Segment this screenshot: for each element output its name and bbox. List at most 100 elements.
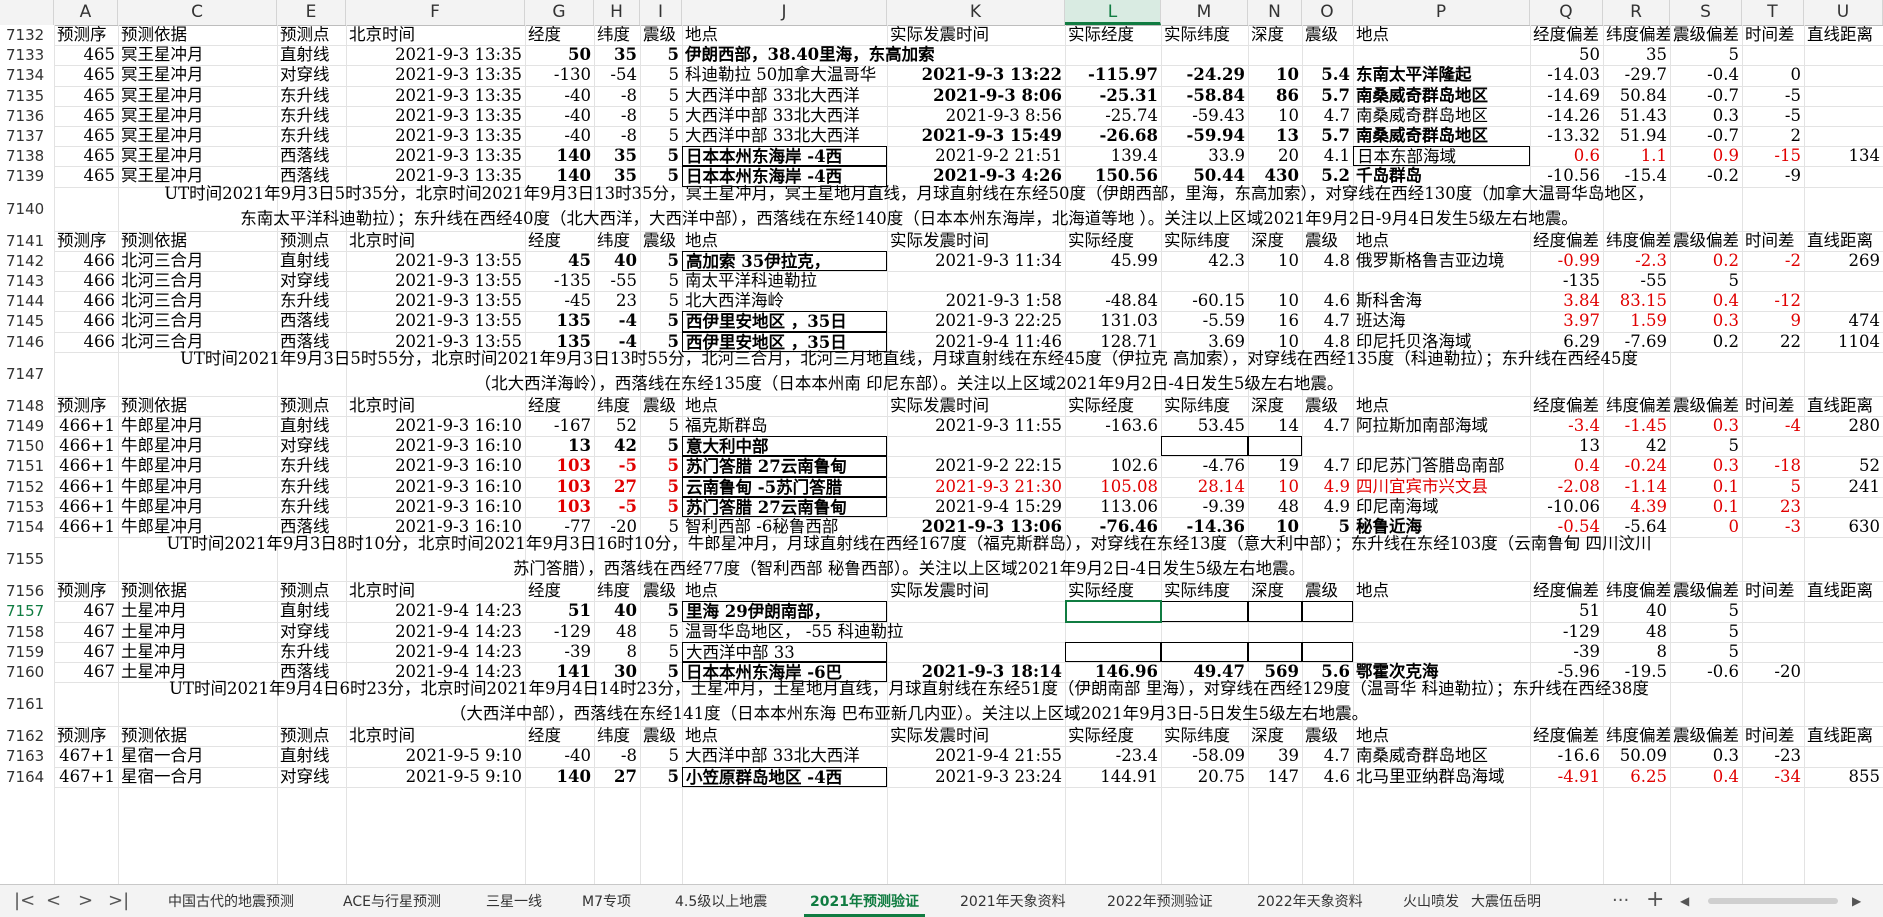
cell-G[interactable]: -39 [525, 642, 594, 662]
row-header[interactable]: 7161 [0, 682, 54, 727]
cell-T[interactable]: -34 [1742, 767, 1804, 787]
cell-N[interactable]: 10 [1248, 251, 1302, 271]
cell-A[interactable]: 466+1 [54, 477, 118, 497]
cell-S[interactable]: 5 [1670, 601, 1742, 621]
cell-J[interactable]: 日本本州东海岸 -4西 [682, 146, 887, 167]
cell-C[interactable]: 土星冲月 [118, 622, 277, 642]
cell-A[interactable]: 467+1 [54, 767, 118, 787]
last-sheet-button[interactable]: >| [108, 890, 129, 911]
row-header[interactable]: 7148 [0, 395, 54, 416]
cell-E[interactable]: 东升线 [277, 477, 346, 497]
cell-F[interactable]: 2021-9-3 13:55 [346, 291, 525, 311]
cell-P[interactable]: 南桑威奇群岛地区 [1353, 106, 1530, 126]
header-cell-M[interactable]: 实际纬度 [1161, 231, 1248, 251]
row-header[interactable]: 7140 [0, 186, 54, 231]
cell-Q[interactable]: -4.91 [1530, 767, 1603, 787]
header-cell-J[interactable]: 地点 [682, 396, 887, 416]
row-header[interactable]: 7159 [0, 641, 54, 662]
header-cell-N[interactable]: 深度 [1248, 581, 1302, 601]
cell-P[interactable]: 南桑威奇群岛地区 [1353, 746, 1530, 766]
merged-note-cell[interactable]: UT时间2021年9月3日8时10分，北京时间2021年9月3日16时10分，牛… [54, 531, 1764, 581]
cell-H[interactable]: 42 [594, 436, 640, 456]
header-cell-I[interactable]: 震级 [640, 231, 682, 251]
column-header-R[interactable]: R [1603, 0, 1670, 25]
cell-P[interactable]: 南桑威奇群岛地区 [1353, 86, 1530, 106]
cell-C[interactable]: 牛郎星冲月 [118, 477, 277, 497]
cell-E[interactable]: 直射线 [277, 416, 346, 436]
cell-F[interactable]: 2021-9-5 9:10 [346, 746, 525, 766]
cell-E[interactable]: 对穿线 [277, 622, 346, 642]
cell-F[interactable]: 2021-9-3 16:10 [346, 416, 525, 436]
column-header-P[interactable]: P [1353, 0, 1530, 25]
cell-H[interactable]: 52 [594, 416, 640, 436]
header-cell-J[interactable]: 地点 [682, 581, 887, 601]
cell-H[interactable]: 23 [594, 291, 640, 311]
cell-O[interactable]: 4.7 [1302, 311, 1353, 331]
cell-P[interactable]: 阿拉斯加南部海域 [1353, 416, 1530, 436]
next-sheet-button[interactable]: > [78, 890, 93, 911]
cell-A[interactable]: 465 [54, 86, 118, 106]
cell-N[interactable]: 39 [1248, 746, 1302, 766]
cell-I[interactable]: 5 [640, 271, 682, 291]
cell-A[interactable]: 465 [54, 65, 118, 85]
header-cell-Q[interactable]: 经度偏差 [1530, 25, 1603, 45]
cell-K[interactable]: 2021-9-3 23:24 [887, 767, 1065, 787]
column-header-K[interactable]: K [887, 0, 1065, 25]
cell-R[interactable]: 50.09 [1603, 746, 1670, 766]
cell-K[interactable]: 2021-9-4 15:29 [887, 497, 1065, 517]
header-cell-H[interactable]: 纬度 [594, 231, 640, 251]
cell-O[interactable]: 4.7 [1302, 106, 1353, 126]
prev-sheet-button[interactable]: < [46, 890, 61, 911]
cell-Q[interactable]: -129 [1530, 622, 1603, 642]
cell-M[interactable]: -60.15 [1161, 291, 1248, 311]
cell-Q[interactable]: -0.99 [1530, 251, 1603, 271]
header-cell-H[interactable]: 纬度 [594, 581, 640, 601]
cell-N[interactable]: 86 [1248, 86, 1302, 106]
cell-Q[interactable]: 0.4 [1530, 456, 1603, 476]
cell-F[interactable]: 2021-9-3 16:10 [346, 497, 525, 517]
header-cell-O[interactable]: 震级 [1302, 726, 1353, 746]
cell-N[interactable]: 10 [1248, 106, 1302, 126]
cell-M[interactable]: -9.39 [1161, 497, 1248, 517]
cell-G[interactable]: 13 [525, 436, 594, 456]
cell-J[interactable]: 里海 29伊朗南部， [682, 601, 887, 622]
cell-G[interactable]: -40 [525, 126, 594, 146]
cell-P[interactable]: 印尼苏门答腊岛南部 [1353, 456, 1530, 476]
cell-M[interactable]: 28.14 [1161, 477, 1248, 497]
cell-S[interactable]: 0.3 [1670, 311, 1742, 331]
cell-S[interactable]: 0.9 [1670, 146, 1742, 166]
cell-Q[interactable]: -39 [1530, 642, 1603, 662]
cell-O[interactable]: 5.4 [1302, 65, 1353, 85]
cell-R[interactable]: 48 [1603, 622, 1670, 642]
cell-O[interactable]: 4.6 [1302, 767, 1353, 787]
cell-N[interactable] [1248, 436, 1302, 457]
header-cell-G[interactable]: 经度 [525, 25, 594, 45]
header-cell-F[interactable]: 北京时间 [346, 581, 525, 601]
cell-Q[interactable]: -2.08 [1530, 477, 1603, 497]
cell-T[interactable]: -5 [1742, 106, 1804, 126]
header-cell-I[interactable]: 震级 [640, 726, 682, 746]
cell-J[interactable]: 温哥华岛地区， -55 科迪勒拉 [682, 622, 1032, 642]
row-header[interactable]: 7163 [0, 746, 54, 767]
cell-R[interactable]: 51.94 [1603, 126, 1670, 146]
cell-H[interactable]: 27 [594, 767, 640, 787]
row-header[interactable]: 7149 [0, 416, 54, 437]
cell-P[interactable]: 四川宜宾市兴文县 [1353, 477, 1530, 497]
cell-M[interactable]: 33.9 [1161, 146, 1248, 166]
cell-S[interactable]: 0.1 [1670, 477, 1742, 497]
cell-G[interactable]: 103 [525, 456, 594, 476]
cell-L[interactable]: 102.6 [1065, 456, 1161, 476]
header-cell-U[interactable]: 直线距离 [1804, 581, 1883, 601]
cell-E[interactable]: 东升线 [277, 497, 346, 517]
row-header[interactable]: 7160 [0, 662, 54, 683]
header-cell-K[interactable]: 实际发震时间 [887, 581, 1065, 601]
cell-C[interactable]: 北河三合月 [118, 291, 277, 311]
cell-K[interactable]: 2021-9-3 21:30 [887, 477, 1065, 497]
sheet-tab[interactable]: 2021年预测验证 [810, 891, 919, 911]
cell-S[interactable]: 0.4 [1670, 767, 1742, 787]
add-sheet-button[interactable]: + [1646, 887, 1664, 912]
header-cell-A[interactable]: 预测序 [54, 581, 118, 601]
cell-C[interactable]: 星宿一合月 [118, 767, 277, 787]
cell-I[interactable]: 5 [640, 746, 682, 766]
header-cell-G[interactable]: 经度 [525, 231, 594, 251]
